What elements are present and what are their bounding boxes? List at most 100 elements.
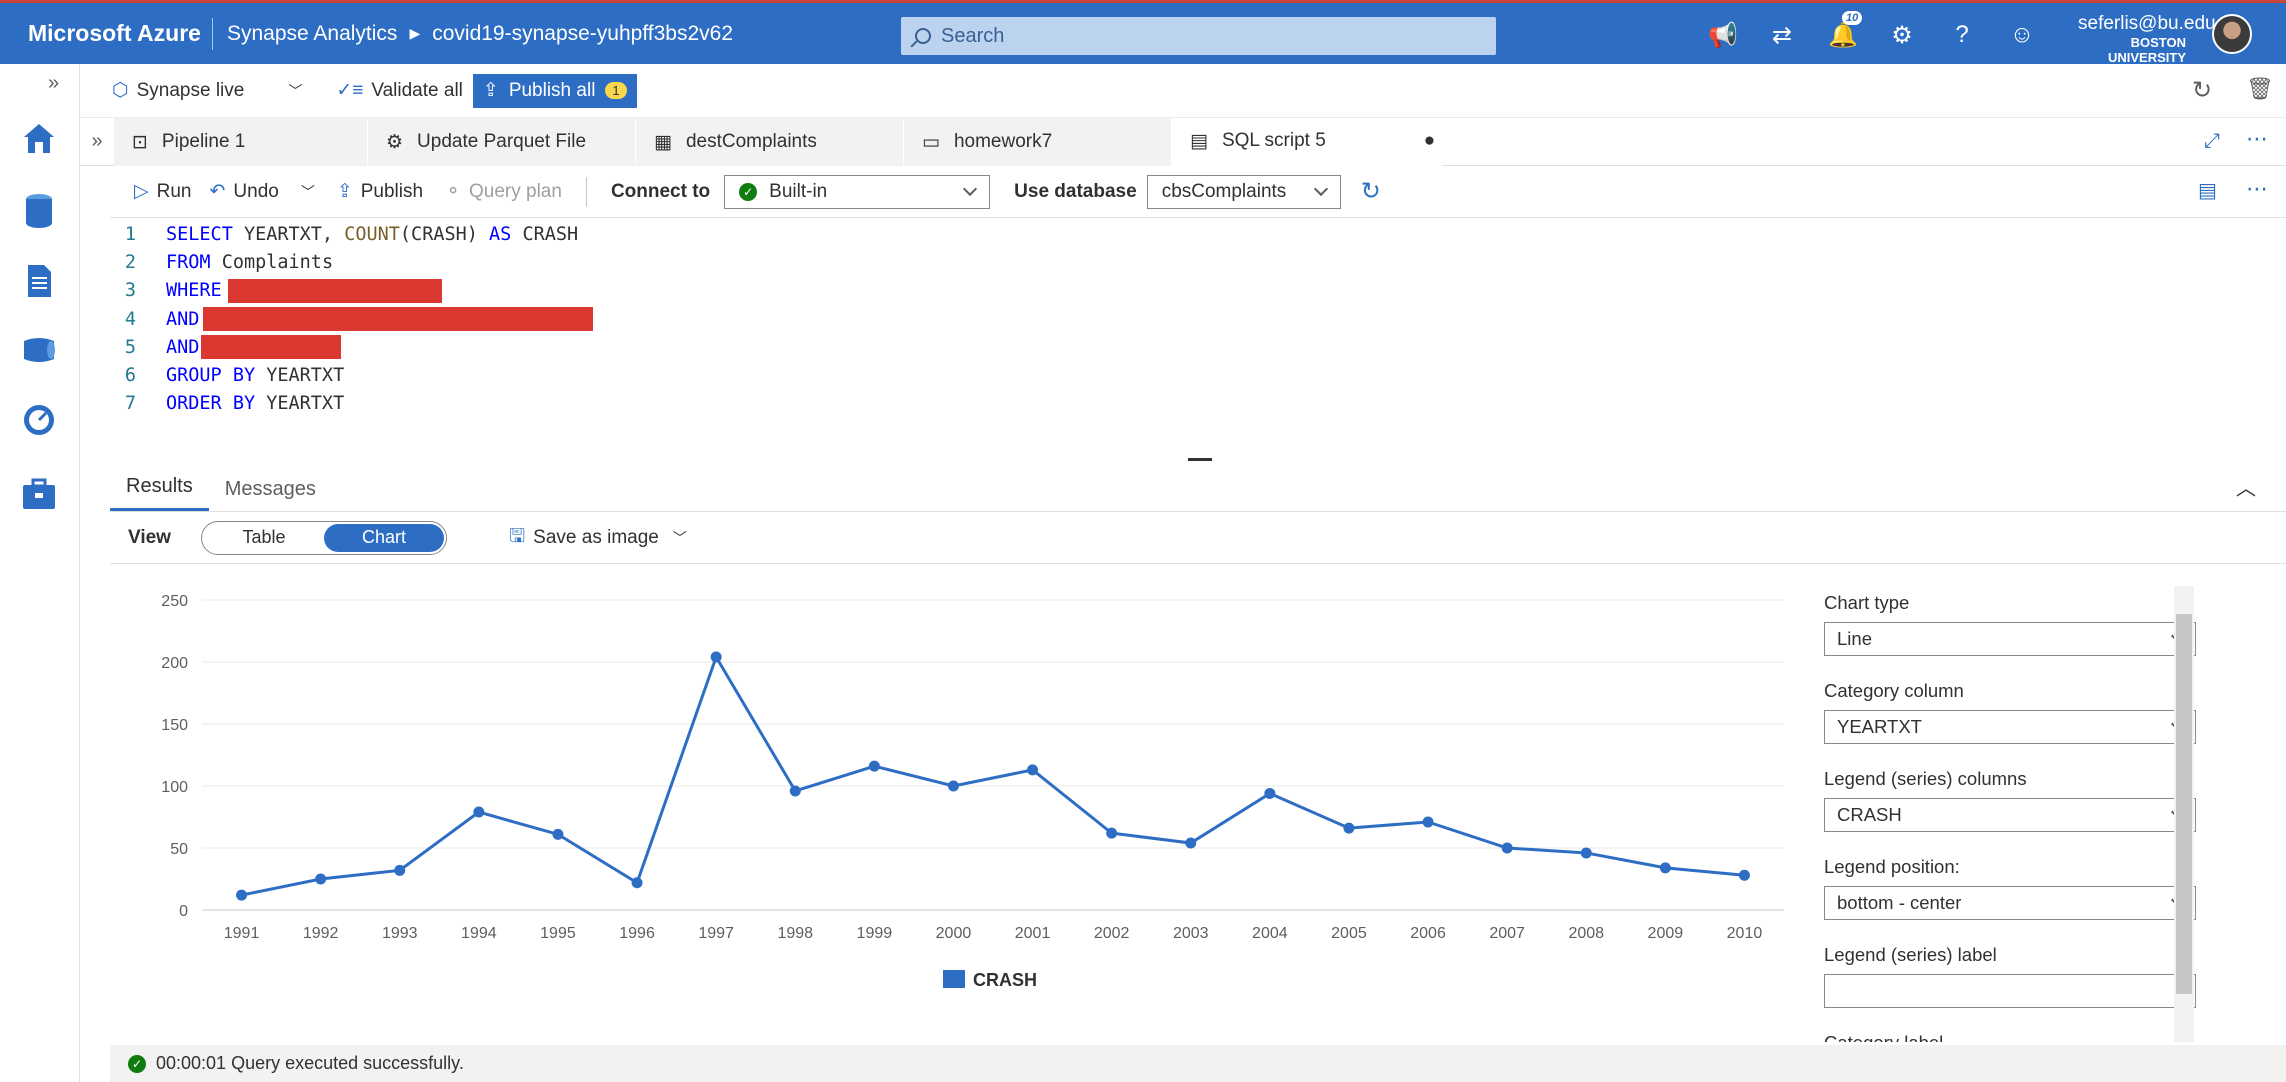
- properties-icon[interactable]: ▤: [2198, 178, 2217, 203]
- breadcrumb-arrow-icon: ▶: [409, 25, 421, 41]
- manage-icon[interactable]: [20, 475, 58, 513]
- refresh-icon[interactable]: ↻: [2192, 76, 2212, 105]
- connect-to-dropdown[interactable]: ✓ Built-in: [724, 174, 991, 209]
- tab-sql-script-5[interactable]: ▤ SQL script 5 ●: [1172, 118, 1442, 166]
- help-icon[interactable]: ?: [1948, 21, 1976, 50]
- search-placeholder: Search: [941, 24, 1005, 47]
- breadcrumb-workspace[interactable]: covid19-synapse-yuhpff3bs2v62: [432, 22, 733, 46]
- unsaved-indicator[interactable]: ●: [1424, 130, 1435, 152]
- toggle-chart[interactable]: Chart: [323, 523, 444, 552]
- synapse-live-label: Synapse live: [136, 79, 245, 101]
- data-icon[interactable]: [20, 191, 58, 229]
- tab-messages[interactable]: Messages: [209, 478, 332, 511]
- category-column-label: Category column: [1824, 680, 1964, 701]
- user-info[interactable]: seferlis@bu.edu BOSTON UNIVERSITY: [2078, 13, 2216, 65]
- result-tabs: Results Messages ︿: [110, 462, 2286, 512]
- undo-label: Undo: [233, 180, 279, 202]
- home-icon[interactable]: [20, 119, 58, 157]
- legend-label: CRASH: [973, 970, 1037, 990]
- tab-homework7[interactable]: ▭ homework7: [904, 118, 1172, 166]
- expand-nav-icon[interactable]: »: [48, 72, 59, 95]
- publish-count-badge: 1: [605, 82, 627, 99]
- user-email: seferlis@bu.edu: [2078, 13, 2216, 34]
- breadcrumb-product[interactable]: Synapse Analytics: [227, 22, 397, 46]
- chevron-down-icon: ﹀: [672, 529, 687, 546]
- use-database-value: cbsComplaints: [1161, 180, 1287, 202]
- legend-swatch: [943, 970, 965, 988]
- x-tick-label: 2003: [1173, 925, 1209, 942]
- x-tick-label: 2008: [1568, 925, 1604, 942]
- validate-all-label: Validate all: [371, 79, 463, 101]
- editor-toolbar: ▷ Run ↶ Undo ﹀ ⇪ Publish ⚬ Query plan Co…: [110, 166, 2286, 218]
- data-point: [1343, 822, 1355, 834]
- avatar[interactable]: [2212, 14, 2252, 54]
- search-icon: [915, 28, 931, 44]
- integrate-icon[interactable]: [20, 331, 58, 369]
- monitor-icon[interactable]: [20, 401, 58, 439]
- line-number: 6: [124, 365, 136, 387]
- breadcrumb: Synapse Analytics ▶ covid19-synapse-yuhp…: [227, 22, 733, 46]
- category-column-dropdown[interactable]: YEARTXT: [1824, 710, 2196, 744]
- legend-columns-dropdown[interactable]: CRASH: [1824, 798, 2196, 832]
- play-icon: ▷: [134, 181, 149, 202]
- code-line: 6 GROUP BY YEARTXT: [110, 361, 2286, 389]
- directory-switch-icon[interactable]: ⇄: [1768, 21, 1796, 50]
- feedback-icon[interactable]: ☺: [2008, 21, 2036, 50]
- query-plan-button[interactable]: ⚬ Query plan: [445, 180, 562, 203]
- panel-scrollbar[interactable]: [2174, 586, 2194, 1042]
- develop-icon[interactable]: [20, 262, 58, 300]
- discard-icon[interactable]: 🗑: [2246, 76, 2274, 102]
- x-tick-label: 2009: [1648, 925, 1684, 942]
- save-as-image-button[interactable]: 🖫 Save as image ﹀: [509, 522, 687, 554]
- code-text: YEARTXT: [255, 393, 345, 415]
- more-icon[interactable]: ⋯: [2246, 176, 2268, 202]
- publish-all-label: Publish all: [508, 79, 596, 101]
- tab-results[interactable]: Results: [110, 475, 209, 511]
- more-icon[interactable]: ⋯: [2246, 126, 2268, 152]
- code-text: YEARTXT,: [232, 223, 345, 245]
- notification-icon[interactable]: 🔔 10: [1828, 11, 1863, 50]
- run-button[interactable]: ▷ Run: [134, 180, 191, 203]
- category-column-value: YEARTXT: [1837, 716, 1922, 737]
- expand-pane-icon[interactable]: »: [80, 118, 114, 165]
- publish-all-button[interactable]: ⇪ Publish all 1: [472, 73, 637, 108]
- synapse-live-icon: ⬡: [112, 80, 129, 101]
- line-number: 3: [124, 280, 136, 302]
- upload-icon: ⇪: [336, 181, 353, 202]
- publish-button[interactable]: ⇪ Publish: [337, 180, 423, 203]
- y-tick-label: 50: [170, 841, 188, 858]
- view-label: View: [128, 526, 171, 548]
- code-text: (CRASH): [399, 223, 490, 245]
- redaction: [201, 335, 342, 360]
- tab-destcomplaints[interactable]: ▦ destComplaints: [636, 118, 904, 166]
- undo-chevron-icon[interactable]: ﹀: [301, 182, 315, 202]
- view-toggle[interactable]: Table Chart: [200, 520, 447, 555]
- undo-button[interactable]: ↶ Undo: [209, 180, 278, 203]
- chart-type-dropdown[interactable]: Line: [1824, 622, 2196, 656]
- keyword: AND: [166, 308, 200, 330]
- brand-title[interactable]: Microsoft Azure: [0, 20, 212, 47]
- x-tick-label: 1994: [461, 925, 497, 942]
- data-point: [1659, 862, 1671, 874]
- tab-update-parquet-file[interactable]: ⚙ Update Parquet File: [368, 118, 636, 166]
- check-icon: ✓: [739, 182, 758, 201]
- tab-pipeline-1[interactable]: ⊡ Pipeline 1: [114, 118, 368, 166]
- toggle-table[interactable]: Table: [204, 524, 324, 552]
- synapse-live-dropdown[interactable]: ⬡ Synapse live ﹀: [112, 79, 302, 102]
- data-point: [631, 877, 643, 889]
- use-database-dropdown[interactable]: cbsComplaints: [1146, 174, 1341, 209]
- legend-position-dropdown[interactable]: bottom - center: [1824, 886, 2196, 920]
- maximize-icon[interactable]: ⤢: [2204, 130, 2220, 153]
- y-tick-label: 250: [161, 593, 188, 610]
- collapse-icon[interactable]: ︿: [2236, 472, 2256, 501]
- validate-all-button[interactable]: ✓≡ Validate all: [336, 79, 463, 102]
- chevron-down-icon: [1313, 181, 1328, 196]
- announcement-icon[interactable]: 📢: [1708, 21, 1738, 50]
- resize-handle[interactable]: [1188, 458, 1212, 461]
- legend-label-input[interactable]: [1824, 974, 2196, 1008]
- code-editor[interactable]: 1 SELECT YEARTXT, COUNT (CRASH) AS CRASH …: [110, 218, 2286, 461]
- refresh-icon[interactable]: ↻: [1361, 177, 1381, 206]
- search-input[interactable]: Search: [901, 17, 1496, 55]
- scrollbar-thumb[interactable]: [2176, 614, 2192, 994]
- gear-icon[interactable]: ⚙: [1888, 21, 1916, 50]
